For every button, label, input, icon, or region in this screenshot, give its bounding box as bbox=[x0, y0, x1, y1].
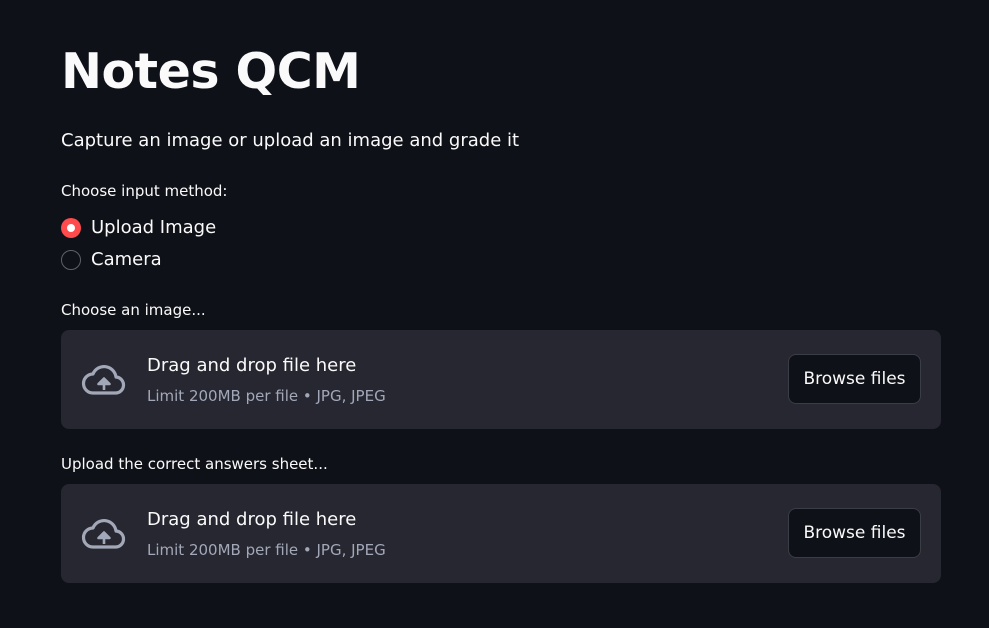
answers-uploader-label: Upload the correct answers sheet... bbox=[61, 455, 328, 473]
dropzone-limit-text: Limit 200MB per file • JPG, JPEG bbox=[147, 387, 386, 405]
page-subtitle: Capture an image or upload an image and … bbox=[61, 130, 520, 151]
image-uploader-label: Choose an image... bbox=[61, 301, 206, 319]
radio-option-camera[interactable]: Camera bbox=[61, 248, 162, 272]
radio-option-upload-image[interactable]: Upload Image bbox=[61, 216, 216, 240]
page-title: Notes QCM bbox=[61, 43, 361, 100]
radio-button-selected[interactable] bbox=[61, 218, 81, 238]
answers-dropzone[interactable]: Drag and drop file here Limit 200MB per … bbox=[61, 484, 941, 583]
radio-button-unselected[interactable] bbox=[61, 250, 81, 270]
dropzone-instruction: Drag and drop file here bbox=[147, 509, 357, 530]
dropzone-instruction: Drag and drop file here bbox=[147, 355, 357, 376]
browse-files-button[interactable]: Browse files bbox=[788, 354, 921, 404]
cloud-upload-icon bbox=[80, 514, 128, 554]
browse-files-button[interactable]: Browse files bbox=[788, 508, 921, 558]
radio-option-label: Upload Image bbox=[91, 217, 217, 238]
image-dropzone[interactable]: Drag and drop file here Limit 200MB per … bbox=[61, 330, 941, 429]
cloud-upload-icon bbox=[80, 360, 128, 400]
radio-option-label: Camera bbox=[91, 249, 162, 270]
input-method-label: Choose input method: bbox=[61, 182, 228, 200]
dropzone-limit-text: Limit 200MB per file • JPG, JPEG bbox=[147, 541, 386, 559]
